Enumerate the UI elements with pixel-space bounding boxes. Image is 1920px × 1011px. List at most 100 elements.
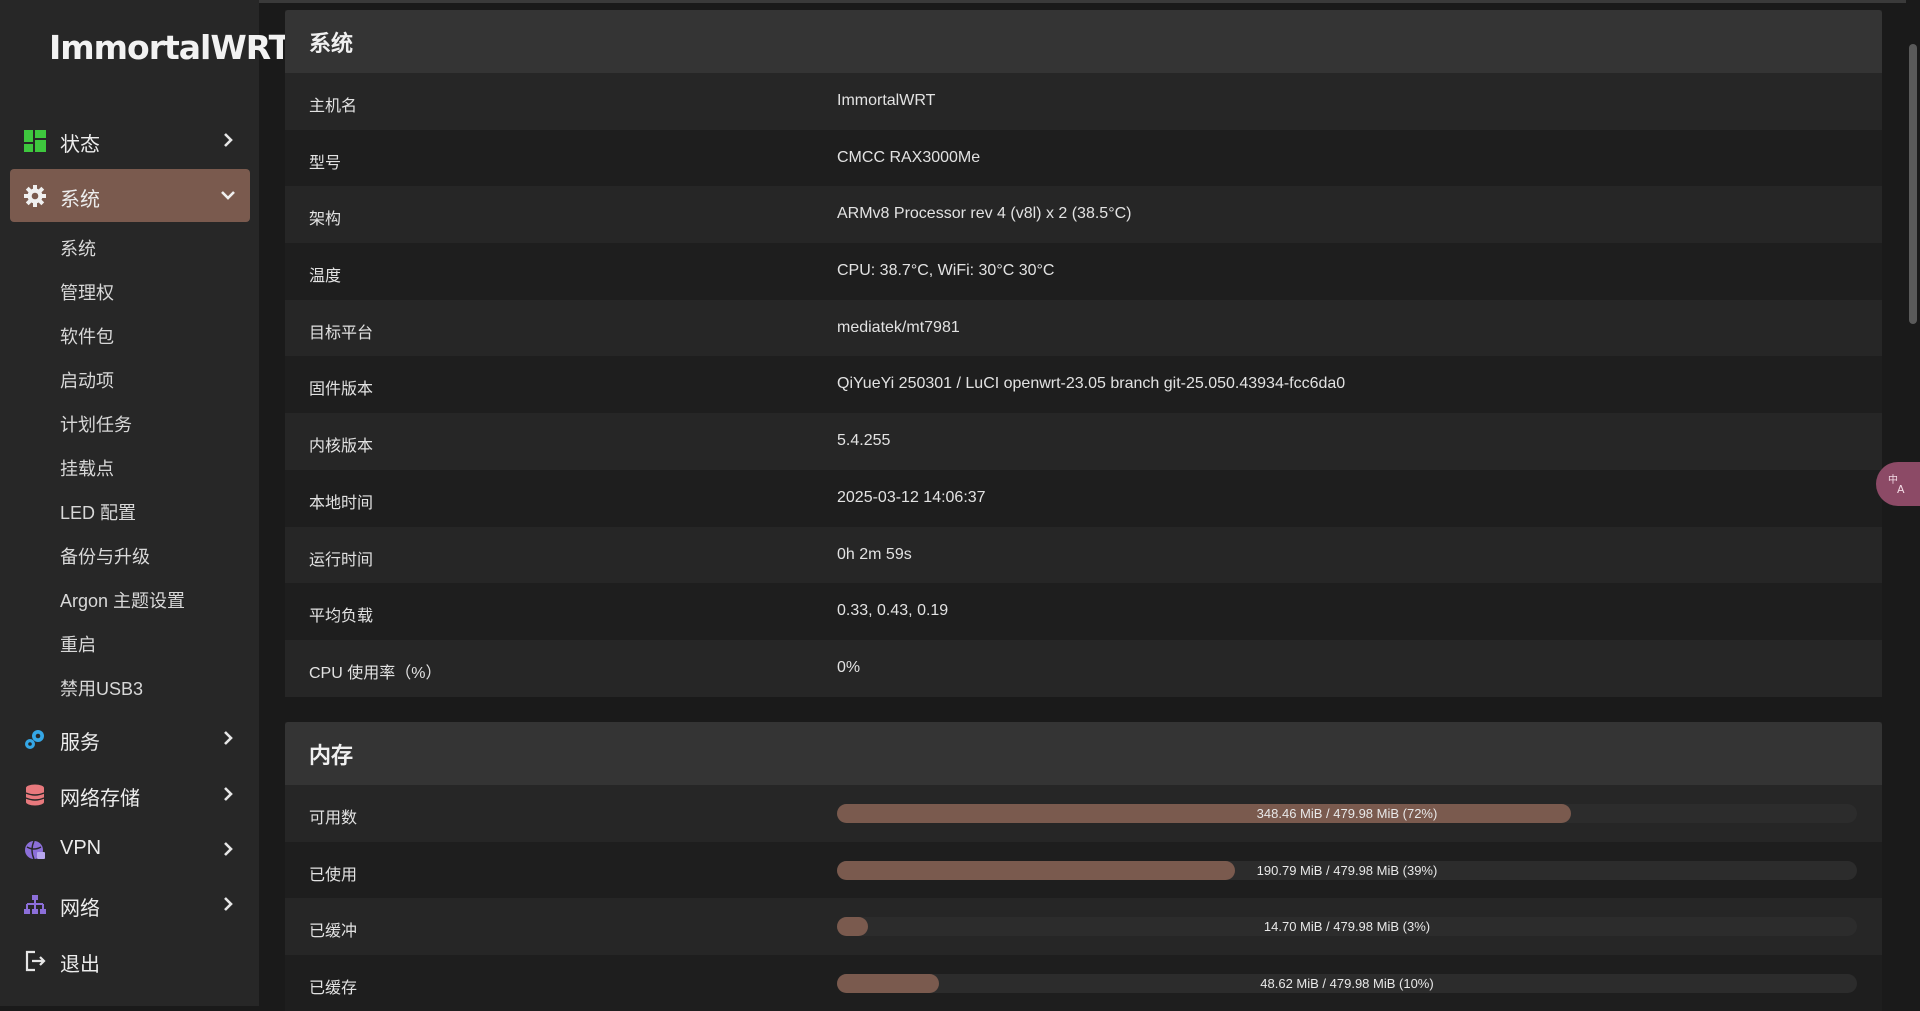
progress-text: 190.79 MiB / 479.98 MiB (39%) bbox=[837, 863, 1857, 878]
nav-label-logout: 退出 bbox=[60, 948, 100, 977]
progress-bar: 348.46 MiB / 479.98 MiB (72%) bbox=[837, 804, 1857, 823]
chevron-right-icon bbox=[220, 130, 236, 150]
nav-label-vpn: VPN bbox=[60, 837, 101, 860]
row-key: 型号 bbox=[309, 149, 341, 173]
table-row: 型号 CMCC RAX3000Me bbox=[285, 130, 1882, 187]
row-value: 0h 2m 59s bbox=[837, 546, 912, 564]
nav-item-status[interactable]: 状态 bbox=[10, 114, 250, 167]
table-row: 本地时间 2025-03-12 14:06:37 bbox=[285, 470, 1882, 527]
memory-row: 已缓存 48.62 MiB / 479.98 MiB (10%) bbox=[285, 955, 1882, 1011]
row-key: 固件版本 bbox=[309, 375, 373, 399]
row-key: 目标平台 bbox=[309, 319, 373, 343]
globe-lock-icon bbox=[24, 839, 46, 861]
sub-item-crontab[interactable]: 计划任务 bbox=[60, 411, 132, 437]
progress-bar: 190.79 MiB / 479.98 MiB (39%) bbox=[837, 861, 1857, 880]
row-key: 已缓冲 bbox=[309, 917, 357, 941]
row-value: CPU: 38.7°C, WiFi: 30°C 30°C bbox=[837, 262, 1054, 280]
row-value: 0.33, 0.43, 0.19 bbox=[837, 602, 948, 620]
sub-item-backup[interactable]: 备份与升级 bbox=[60, 543, 150, 569]
system-info-card: 系统 主机名 ImmortalWRT 型号 CMCC RAX3000Me 架构 ARM… bbox=[285, 10, 1882, 697]
chevron-right-icon bbox=[220, 839, 236, 859]
memory-row: 可用数 348.46 MiB / 479.98 MiB (72%) bbox=[285, 785, 1882, 842]
row-key: 主机名 bbox=[309, 92, 357, 116]
nav-item-services[interactable]: 服务 bbox=[10, 712, 250, 765]
sub-item-packages[interactable]: 软件包 bbox=[60, 323, 114, 349]
sub-item-admin[interactable]: 管理权 bbox=[60, 279, 114, 305]
svg-text:A: A bbox=[1897, 483, 1905, 496]
nav-item-nas[interactable]: 网络存储 bbox=[10, 768, 250, 821]
row-value: 0% bbox=[837, 659, 860, 677]
row-key: 内核版本 bbox=[309, 432, 373, 456]
sidebar: ImmortalWRT 状态 系统 系统 管理权 软件包 bbox=[0, 0, 259, 1006]
row-key: 温度 bbox=[309, 262, 341, 286]
row-key: 已使用 bbox=[309, 861, 357, 885]
table-row: 架构 ARMv8 Processor rev 4 (v8l) x 2 (38.5°… bbox=[285, 186, 1882, 243]
progress-bar: 14.70 MiB / 479.98 MiB (3%) bbox=[837, 917, 1857, 936]
brand-logo[interactable]: ImmortalWRT bbox=[49, 28, 290, 67]
progress-text: 48.62 MiB / 479.98 MiB (10%) bbox=[837, 976, 1857, 991]
top-border bbox=[0, 0, 1920, 3]
table-row: 主机名 ImmortalWRT bbox=[285, 73, 1882, 130]
sub-item-argon[interactable]: Argon 主题设置 bbox=[60, 587, 185, 613]
memory-row: 已缓冲 14.70 MiB / 479.98 MiB (3%) bbox=[285, 898, 1882, 955]
scrollbar-thumb[interactable] bbox=[1909, 44, 1917, 324]
row-value: ImmortalWRT bbox=[837, 92, 935, 110]
row-value: QiYueYi 250301 / LuCI openwrt-23.05 bran… bbox=[837, 375, 1345, 393]
row-value: ARMv8 Processor rev 4 (v8l) x 2 (38.5°C) bbox=[837, 205, 1131, 223]
sub-item-mounts[interactable]: 挂载点 bbox=[60, 455, 114, 481]
nav-item-vpn[interactable]: VPN bbox=[10, 823, 250, 876]
translate-icon: 中 A bbox=[1886, 472, 1910, 496]
row-key: CPU 使用率（%） bbox=[309, 659, 441, 683]
row-key: 架构 bbox=[309, 205, 341, 229]
translate-button[interactable]: 中 A bbox=[1876, 462, 1920, 506]
row-value: mediatek/mt7981 bbox=[837, 319, 960, 337]
gear-icon bbox=[24, 185, 46, 207]
table-row: 内核版本 5.4.255 bbox=[285, 413, 1882, 470]
progress-bar: 48.62 MiB / 479.98 MiB (10%) bbox=[837, 974, 1857, 993]
logout-icon bbox=[24, 950, 46, 972]
row-key: 可用数 bbox=[309, 804, 357, 828]
chevron-right-icon bbox=[220, 894, 236, 914]
system-card-title: 系统 bbox=[285, 10, 1882, 73]
sub-item-reboot[interactable]: 重启 bbox=[60, 631, 96, 657]
row-key: 本地时间 bbox=[309, 489, 373, 513]
network-tree-icon bbox=[24, 894, 46, 916]
chevron-right-icon bbox=[220, 728, 236, 748]
database-icon bbox=[24, 784, 46, 806]
sub-item-led[interactable]: LED 配置 bbox=[60, 499, 136, 525]
sub-item-startup[interactable]: 启动项 bbox=[60, 367, 114, 393]
dashboard-grid-icon bbox=[24, 130, 46, 152]
memory-card: 内存 可用数 348.46 MiB / 479.98 MiB (72%) 已使用… bbox=[285, 722, 1882, 1011]
nav-label-system: 系统 bbox=[60, 183, 100, 212]
gears-icon bbox=[24, 728, 46, 750]
nav-label-status: 状态 bbox=[60, 128, 100, 157]
progress-text: 14.70 MiB / 479.98 MiB (3%) bbox=[837, 919, 1857, 934]
nav-label-network: 网络 bbox=[60, 892, 100, 921]
memory-table: 可用数 348.46 MiB / 479.98 MiB (72%) 已使用 19… bbox=[285, 785, 1882, 1011]
table-row: 温度 CPU: 38.7°C, WiFi: 30°C 30°C bbox=[285, 243, 1882, 300]
nav-item-network[interactable]: 网络 bbox=[10, 878, 250, 931]
nav-item-logout[interactable]: 退出 bbox=[10, 934, 250, 987]
table-row: 运行时间 0h 2m 59s bbox=[285, 527, 1882, 584]
row-key: 运行时间 bbox=[309, 546, 373, 570]
memory-row: 已使用 190.79 MiB / 479.98 MiB (39%) bbox=[285, 842, 1882, 899]
row-key: 平均负载 bbox=[309, 602, 373, 626]
row-value: CMCC RAX3000Me bbox=[837, 149, 980, 167]
row-value: 5.4.255 bbox=[837, 432, 890, 450]
nav-label-nas: 网络存储 bbox=[60, 782, 140, 811]
table-row: 固件版本 QiYueYi 250301 / LuCI openwrt-23.05 … bbox=[285, 356, 1882, 413]
progress-text: 348.46 MiB / 479.98 MiB (72%) bbox=[837, 806, 1857, 821]
table-row: 目标平台 mediatek/mt7981 bbox=[285, 300, 1882, 357]
sub-item-system[interactable]: 系统 bbox=[60, 235, 96, 261]
table-row: 平均负载 0.33, 0.43, 0.19 bbox=[285, 583, 1882, 640]
row-key: 已缓存 bbox=[309, 974, 357, 998]
sub-item-usb3[interactable]: 禁用USB3 bbox=[60, 675, 143, 701]
nav-item-system[interactable]: 系统 bbox=[10, 169, 250, 222]
system-info-table: 主机名 ImmortalWRT 型号 CMCC RAX3000Me 架构 ARMv8 … bbox=[285, 73, 1882, 697]
table-row: CPU 使用率（%） 0% bbox=[285, 640, 1882, 697]
row-value: 2025-03-12 14:06:37 bbox=[837, 489, 986, 507]
memory-card-title: 内存 bbox=[285, 722, 1882, 785]
chevron-down-icon bbox=[220, 185, 236, 205]
nav-label-services: 服务 bbox=[60, 726, 100, 755]
chevron-right-icon bbox=[220, 784, 236, 804]
